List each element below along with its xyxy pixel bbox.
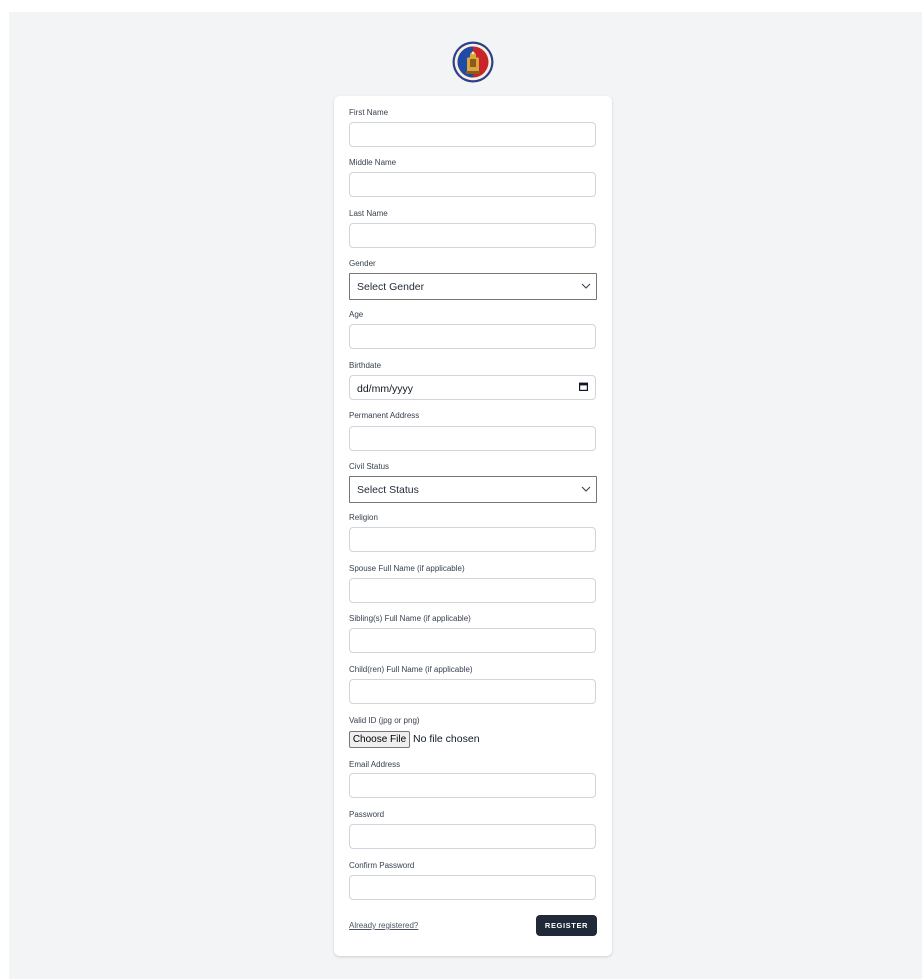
spouse-full-name-label: Spouse Full Name (if applicable) (349, 564, 465, 573)
chevron-down-icon (581, 486, 591, 492)
first-name-label: First Name (349, 108, 389, 117)
last-name-input[interactable] (349, 223, 596, 248)
children-full-name-label: Child(ren) Full Name (if applicable) (349, 665, 473, 674)
confirm-password-input[interactable] (349, 875, 596, 900)
religion-input[interactable] (349, 527, 596, 552)
spouse-full-name-input[interactable] (349, 578, 596, 603)
permanent-address-label: Permanent Address (349, 411, 420, 420)
children-full-name-input[interactable] (349, 679, 596, 704)
last-name-label: Last Name (349, 209, 388, 218)
calendar-icon[interactable] (579, 382, 588, 391)
permanent-address-input[interactable] (349, 426, 596, 451)
birthdate-label: Birthdate (349, 361, 382, 370)
middle-name-input[interactable] (349, 172, 596, 197)
gender-selected-value: Select Gender (357, 281, 425, 293)
valid-id-label: Valid ID (jpg or png) (349, 716, 420, 725)
gender-label: Gender (349, 259, 376, 268)
civil-status-selected-value: Select Status (357, 484, 419, 496)
already-registered-link[interactable]: Already registered? (349, 921, 418, 931)
email-address-label: Email Address (349, 760, 401, 769)
seal-logo (452, 41, 494, 83)
age-input[interactable] (349, 324, 596, 349)
chevron-down-icon (581, 283, 591, 289)
age-label: Age (349, 310, 364, 319)
middle-name-label: Middle Name (349, 158, 397, 167)
first-name-input[interactable] (349, 122, 596, 147)
email-address-input[interactable] (349, 773, 596, 798)
religion-label: Religion (349, 513, 378, 522)
civil-status-label: Civil Status (349, 462, 390, 471)
register-button[interactable]: REGISTER (536, 915, 597, 936)
siblings-full-name-input[interactable] (349, 628, 596, 653)
password-input[interactable] (349, 824, 596, 849)
confirm-password-label: Confirm Password (349, 861, 415, 870)
file-status-text: No file chosen (413, 733, 480, 745)
birthdate-placeholder: dd/mm/yyyy (357, 383, 414, 395)
choose-file-button[interactable]: Choose File (349, 731, 410, 748)
siblings-full-name-label: Sibling(s) Full Name (if applicable) (349, 614, 471, 623)
password-label: Password (349, 810, 385, 819)
